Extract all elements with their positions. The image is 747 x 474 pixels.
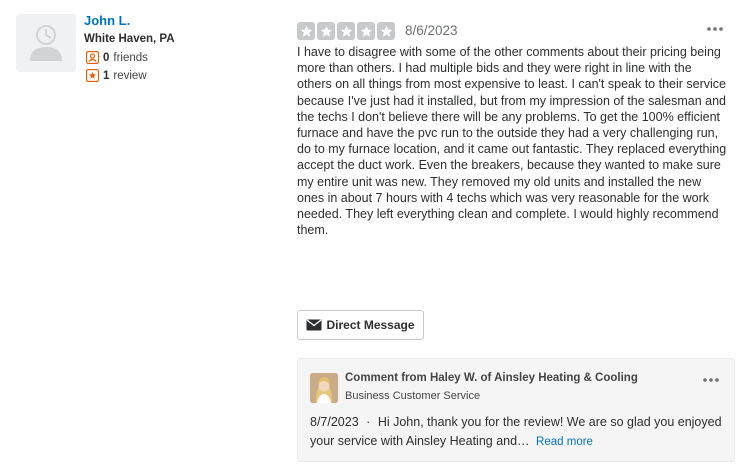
direct-message-label: Direct Message (326, 318, 415, 332)
star-rating (297, 22, 395, 40)
star-icon (317, 22, 335, 40)
direct-message-button[interactable]: Direct Message (297, 310, 424, 340)
friends-label: friends (113, 51, 148, 64)
default-user-icon (30, 25, 62, 61)
business-more-options-icon[interactable] (702, 373, 720, 387)
business-comment-role: Business Customer Service (345, 390, 481, 402)
friends-icon (86, 51, 99, 64)
user-name[interactable]: John L. (84, 13, 130, 28)
business-owner-avatar[interactable] (310, 373, 338, 403)
business-comment-text: 8/7/2023 · Hi John, thank you for the re… (310, 413, 724, 452)
review-text: I have to disagree with some of the othe… (297, 45, 727, 238)
envelope-icon (306, 319, 322, 331)
business-comment: Comment from Haley W. of Ainsley Heating… (297, 358, 735, 462)
friends-stat: 0 friends (86, 51, 148, 64)
star-icon (357, 22, 375, 40)
star-icon (377, 22, 395, 40)
review-date: 8/6/2023 (405, 23, 458, 38)
reviews-count: 1 (103, 69, 110, 82)
star-icon (337, 22, 355, 40)
reviews-label: review (113, 69, 147, 82)
user-location: White Haven, PA (84, 33, 175, 45)
friends-count: 0 (103, 51, 110, 64)
user-avatar[interactable] (16, 14, 76, 72)
date-separator: · (366, 415, 371, 429)
read-more-link[interactable]: Read more (536, 436, 593, 448)
reviews-stat: 1 review (86, 69, 147, 82)
star-icon (297, 22, 315, 40)
review-star-icon (86, 69, 99, 82)
business-comment-body: Hi John, thank you for the review! We ar… (310, 415, 722, 448)
business-comment-author: Comment from Haley W. of Ainsley Heating… (345, 372, 638, 384)
more-options-icon[interactable] (706, 22, 724, 36)
business-comment-date: 8/7/2023 (310, 415, 359, 429)
